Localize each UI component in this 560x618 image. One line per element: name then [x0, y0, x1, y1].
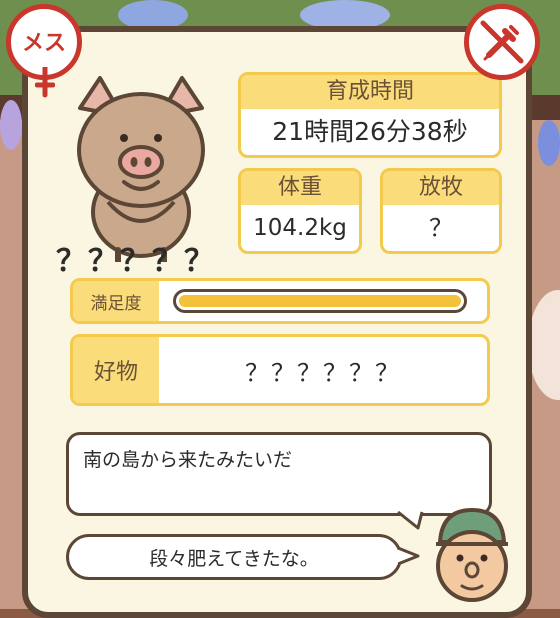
- breeding-time-label: 育成時間: [241, 75, 499, 109]
- comment-bubble-tail: [398, 546, 420, 566]
- farmer-comment-bubble: 段々肥えてきたな。: [66, 534, 402, 580]
- origin-text: 南の島から来たみたいだ: [83, 449, 293, 471]
- breeding-time-value: 21時間26分38秒: [272, 117, 468, 146]
- weight-value: 104.2kg: [253, 215, 347, 241]
- breeding-time-box: 育成時間 21時間26分38秒: [238, 72, 502, 158]
- no-syringe-icon: [480, 20, 524, 64]
- pig-name: ？？？？？: [56, 244, 216, 279]
- favorite-food-label: 好物: [73, 337, 159, 403]
- sex-label: メス: [21, 31, 66, 56]
- pig-status-panel: ？？？？？ 育成時間 21時間26分38秒 体重 104.2kg 放牧 ？ 満足…: [22, 26, 532, 618]
- sex-female-badge: メス: [6, 4, 82, 98]
- pasture-label: 放牧: [383, 171, 499, 205]
- pasture-value: ？: [429, 214, 453, 242]
- weight-label: 体重: [241, 171, 359, 205]
- female-symbol-icon: [35, 67, 55, 98]
- origin-bubble-tail: [397, 510, 424, 530]
- satisfaction-label: 満足度: [73, 281, 159, 321]
- hydrangea-flower: [0, 100, 22, 150]
- farmer-comment-text: 段々肥えてきたな。: [149, 547, 319, 570]
- farmer-avatar: [436, 508, 508, 602]
- hydrangea-flower: [538, 120, 560, 166]
- satisfaction-gauge: [173, 289, 467, 313]
- satisfaction-row: 満足度: [70, 278, 490, 324]
- weight-box: 体重 104.2kg: [238, 168, 362, 254]
- no-medicine-badge: [464, 4, 540, 80]
- pasture-box: 放牧 ？: [380, 168, 502, 254]
- favorite-food-row: 好物 ？？？？？？: [70, 334, 490, 406]
- favorite-food-value: ？？？？？？: [245, 358, 401, 387]
- satisfaction-gauge-fill: [179, 295, 461, 307]
- pig-portrait: [77, 76, 205, 262]
